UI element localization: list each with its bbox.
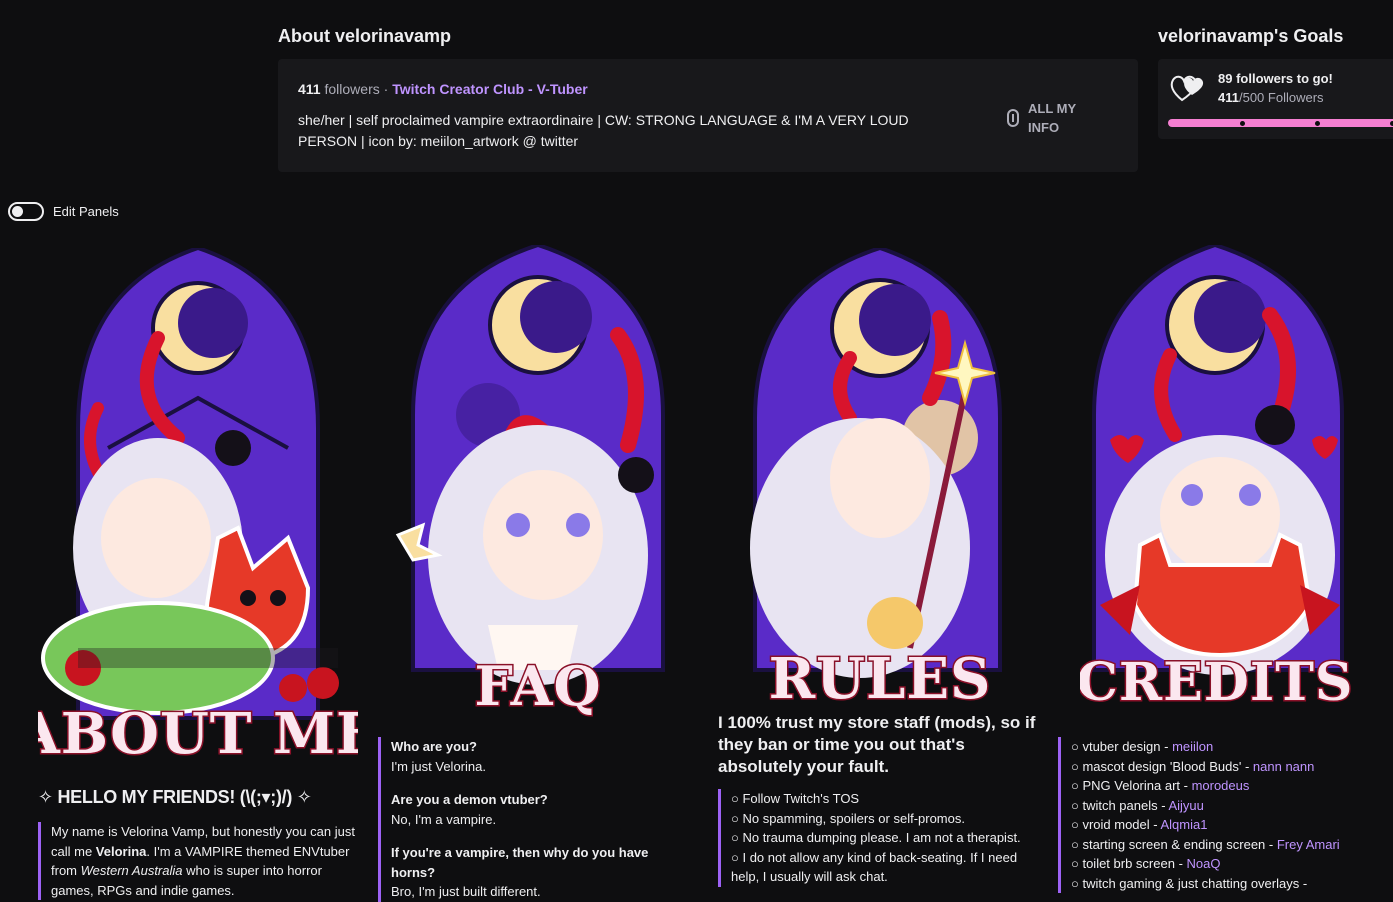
- credit-item: ○ PNG Velorina art - morodeus: [1071, 778, 1250, 793]
- rules-item: ○ Follow Twitch's TOS: [731, 791, 860, 806]
- about-me-panel-image[interactable]: ABOUT ME: [38, 248, 358, 778]
- goal-marker: [1315, 121, 1320, 126]
- faq-question: Are you a demon vtuber?: [391, 792, 548, 807]
- rules-item: ○ No trauma dumping please. I am not a t…: [731, 830, 1021, 845]
- credit-item: ○ toilet brb screen - NoaQ: [1071, 856, 1221, 871]
- credit-item: ○ vtuber design - meiilon: [1071, 739, 1214, 754]
- credit-link[interactable]: Frey Amari: [1277, 837, 1340, 852]
- hearts-icon: [1170, 75, 1204, 102]
- edit-panels-label: Edit Panels: [53, 204, 119, 219]
- stats-separator: ·: [383, 81, 389, 97]
- about-panel-heading: ✧ HELLO MY FRIENDS! (\(;▾;)/) ✧: [38, 787, 312, 807]
- goals-title: velorinavamp's Goals: [1158, 26, 1344, 46]
- rules-item: ○ No spamming, spoilers or self-promos.: [731, 810, 965, 826]
- about-panel-description: My name is Velorina Vamp, but honestly y…: [38, 822, 358, 900]
- faq-panel-description: Who are you? I'm just Velorina. Are you …: [378, 737, 668, 902]
- about-card: 411 followers · Twitch Creator Club - V-…: [278, 59, 1138, 172]
- credit-link[interactable]: morodeus: [1192, 778, 1250, 793]
- credit-link[interactable]: NoaQ: [1187, 856, 1221, 871]
- channel-bio: she/her | self proclaimed vampire extrao…: [298, 112, 909, 149]
- rules-panel-heading: I 100% trust my store staff (mods), so i…: [718, 713, 1036, 776]
- credit-link[interactable]: Aijyuu: [1168, 798, 1203, 813]
- faq-question: Who are you?: [391, 739, 477, 754]
- credit-item: ○ starting screen & ending screen - Frey…: [1071, 836, 1340, 852]
- credit-item: ○ twitch gaming & just chatting overlays…: [1071, 875, 1308, 891]
- credit-item: ○ vroid model - Alqmia1: [1071, 817, 1208, 832]
- credits-panel-image[interactable]: CREDITS: [1080, 245, 1360, 725]
- followers-count: 411: [298, 81, 321, 97]
- rules-panel-image[interactable]: RULES: [740, 248, 1030, 708]
- faq-panel-image[interactable]: FAQ: [378, 245, 668, 725]
- credit-link[interactable]: meiilon: [1172, 739, 1213, 754]
- rules-item: ○ I do not allow any kind of back-seatin…: [731, 849, 1018, 865]
- faq-answer: Bro, I'm just built different.: [391, 884, 541, 899]
- channel-stats: 411 followers · Twitch Creator Club - V-…: [298, 81, 588, 97]
- credit-link[interactable]: nann nann: [1253, 759, 1314, 774]
- edit-panels-toggle[interactable]: [8, 202, 44, 221]
- creator-club-link[interactable]: Twitch Creator Club - V-Tuber: [392, 81, 588, 97]
- rules-panel-description: ○ Follow Twitch's TOS ○ No spamming, spo…: [718, 789, 1048, 887]
- credit-item: ○ twitch panels - Aijyuu: [1071, 797, 1204, 813]
- credit-item: ○ mascot design 'Blood Buds' - nann nann: [1071, 758, 1315, 774]
- all-info-label: ALL MY INFO: [1028, 101, 1077, 135]
- credit-link[interactable]: Alqmia1: [1161, 817, 1208, 832]
- rules-item: help, I usually will ask chat.: [731, 869, 888, 884]
- faq-answer: No, I'm a vampire.: [391, 811, 497, 827]
- goal-progress-text: 411/500 Followers: [1218, 90, 1324, 105]
- goal-progress-bar: [1168, 119, 1393, 127]
- followers-label: followers: [324, 81, 380, 97]
- credits-panel-description: ○ vtuber design - meiilon ○ mascot desig…: [1058, 737, 1393, 893]
- goal-marker: [1240, 121, 1245, 126]
- about-me-title-art: ABOUT ME: [38, 701, 358, 767]
- toggle-knob: [12, 206, 23, 217]
- faq-answer: I'm just Velorina.: [391, 758, 486, 774]
- link-icon: [1007, 109, 1019, 127]
- all-info-button[interactable]: ALL MY INFO: [1006, 99, 1076, 137]
- goal-card: 89 followers to go! 411/500 Followers: [1158, 59, 1393, 139]
- about-title: About velorinavamp: [278, 26, 452, 46]
- faq-title-art: FAQ: [474, 654, 601, 718]
- faq-question: If you're a vampire, then why do you hav…: [391, 845, 649, 880]
- credits-title-art: CREDITS: [1080, 652, 1353, 713]
- rules-title-art: RULES: [769, 646, 992, 708]
- goal-remaining: 89 followers to go!: [1218, 71, 1333, 86]
